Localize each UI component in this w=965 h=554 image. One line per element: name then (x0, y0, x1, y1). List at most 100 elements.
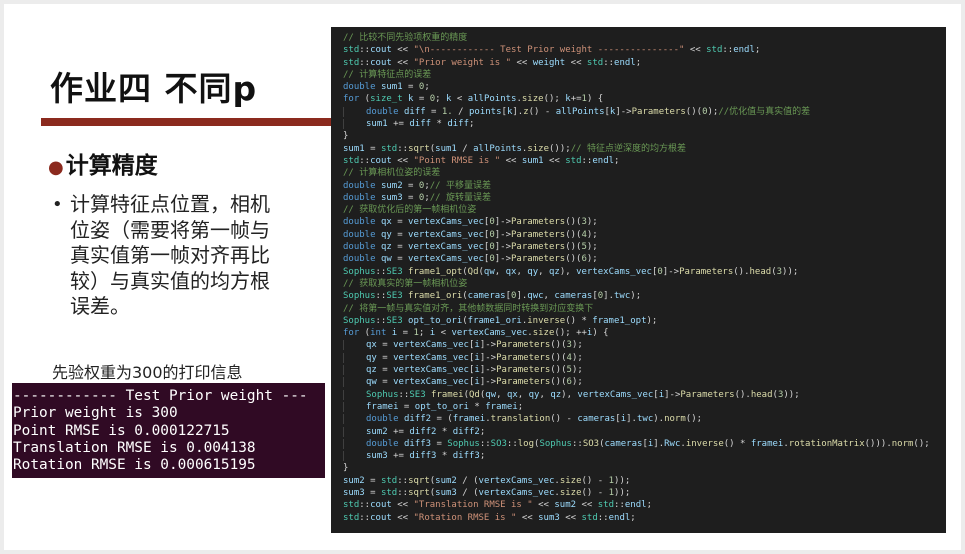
code-token: << (532, 500, 555, 511)
code-token: } (343, 131, 349, 142)
indent-guide (343, 352, 366, 363)
code-line: Sophus::SE3 framei(Qd(qw, qx, qy, qz), v… (343, 389, 946, 401)
code-token: = (364, 475, 381, 486)
code-token: )); (614, 475, 631, 486)
code-token: norm (891, 438, 914, 449)
code-token: Parameters (511, 229, 566, 240)
code-token: qx (505, 266, 517, 277)
code-token: (); ++ (554, 328, 587, 339)
indent-guide (343, 414, 366, 425)
code-token: += (387, 426, 410, 437)
code-token: ); (586, 229, 598, 240)
code-token: log (517, 438, 535, 449)
code-token: sum2 (366, 426, 388, 437)
code-token: < (451, 94, 468, 105)
code-token: = (391, 229, 409, 240)
code-token: , (517, 389, 529, 400)
code-token: ); (571, 377, 583, 388)
code-token: framei (485, 401, 518, 412)
code-token: endl (733, 45, 755, 56)
code-token: :: (397, 487, 409, 498)
code-token: ; (469, 119, 475, 130)
code-line: sum2 += diff2 * diff2; (343, 426, 946, 438)
code-line: // 计算特征点的误差 (343, 69, 946, 81)
code-token: :: (359, 57, 371, 68)
code-token: ); (571, 365, 583, 376)
code-token: << (565, 57, 587, 68)
code-token: allPoints (555, 106, 605, 117)
code-token: vertexCams_vec (451, 328, 528, 339)
code-token: vertexCams_vec (576, 266, 652, 277)
code-token: ()); (549, 143, 571, 154)
code-token: // 比较不同先验项权重的精度 (343, 33, 468, 43)
code-token: double (366, 106, 399, 117)
code-line: sum3 += diff3 * diff3; (343, 450, 946, 462)
code-token: :: (614, 500, 625, 511)
code-token: ()( (565, 242, 582, 253)
code-token: :: (398, 389, 410, 400)
code-token: cout (370, 155, 392, 166)
code-line: double qz = vertexCams_vec[0]->Parameter… (343, 241, 946, 253)
code-token: vertexCams_vec (408, 254, 484, 265)
code-line: std::cout << "Translation RMSE is " << s… (343, 499, 946, 511)
code-token: ()( (685, 106, 703, 117)
code-token: ]-> (479, 352, 497, 363)
section-heading: ●计算精度 (48, 146, 158, 180)
code-line: double diff2 = (framei.translation() - c… (343, 413, 946, 425)
code-token: std (343, 45, 360, 56)
bullet-line: 真实值第一帧对齐再比 (70, 243, 270, 267)
code-token: SO3 (490, 438, 507, 449)
code-token: endl (614, 57, 636, 68)
code-token: += (387, 451, 410, 462)
code-token: = (391, 254, 409, 265)
code-token: ) { (586, 94, 604, 105)
code-token: Sophus (447, 438, 480, 449)
code-token: ]-> (664, 389, 681, 400)
code-token: :: (375, 315, 387, 326)
bullet-line: 位姿（需要将第一帧与 (70, 217, 270, 242)
code-token: sqrt (408, 487, 430, 498)
code-line: std::cout << "Rotation RMSE is " << sum3… (343, 512, 946, 524)
code-token: sum3 (380, 192, 403, 203)
code-token: ); (707, 106, 719, 117)
code-line: double qw = vertexCams_vec[0]->Parameter… (343, 253, 946, 265)
code-token: ; (517, 401, 524, 412)
code-token: << (391, 500, 414, 511)
code-token: qz (366, 365, 377, 376)
code-token: diff3 (409, 451, 437, 462)
code-token: ); (586, 254, 598, 265)
code-token: )); (783, 389, 800, 400)
code-token: "Rotation RMSE is " (413, 512, 517, 523)
code-token: diff (403, 106, 426, 117)
code-token: cameras (577, 414, 616, 425)
code-line: double qx = vertexCams_vec[0]->Parameter… (343, 216, 946, 228)
code-token: diff3 (403, 438, 432, 449)
code-token: Parameters (496, 365, 551, 376)
code-token: :: (571, 438, 583, 449)
code-token: } (343, 463, 349, 474)
code-token: Parameters (496, 352, 551, 363)
section-heading-text: 计算精度 (65, 153, 158, 179)
code-token: += (387, 119, 410, 130)
code-token: << (391, 155, 414, 166)
code-token: ; (435, 94, 446, 105)
code-token: Sophus (539, 438, 572, 449)
bullet-line: 较）与真实值的均方根 (70, 268, 270, 293)
code-line: sum2 = std::sqrt(sum2 / (vertexCams_vec.… (343, 475, 946, 487)
code-token: std (581, 512, 598, 523)
code-token: ]-> (615, 106, 632, 117)
code-token: ( (359, 328, 371, 339)
code-token: ); (630, 291, 642, 302)
code-token: head (750, 389, 773, 400)
code-token: "Translation RMSE is " (413, 500, 533, 511)
code-token: ]-> (479, 340, 497, 351)
code-token: points (469, 106, 502, 117)
code-token: Qd (468, 389, 480, 400)
code-line: double sum3 = 0;// 旋转量误差 (343, 192, 946, 204)
code-token: qx (506, 389, 518, 400)
code-token: ; (479, 426, 486, 437)
code-token: SE3 (386, 266, 403, 277)
code-token: vertexCams_vec (408, 217, 484, 228)
code-token: ()( (550, 352, 567, 363)
code-token: vertexCams_vec (393, 377, 469, 388)
